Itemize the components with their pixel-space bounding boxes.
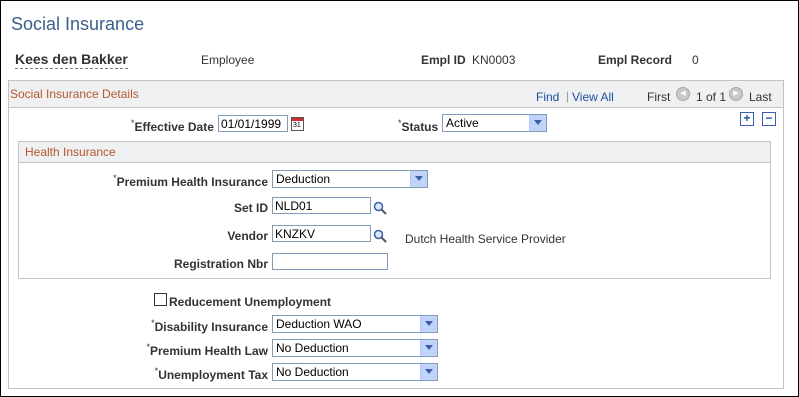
employee-role: Employee <box>201 53 255 67</box>
view-all-link[interactable]: View All <box>572 90 614 104</box>
chevron-down-icon <box>410 171 427 187</box>
next-arrow-icon[interactable]: ▶ <box>729 87 743 101</box>
add-row-button[interactable]: + <box>740 112 754 126</box>
disability-insurance-label: *Disability Insurance <box>151 318 268 334</box>
last-label[interactable]: Last <box>749 90 772 104</box>
details-title: Social Insurance Details <box>10 87 139 101</box>
previous-arrow-icon[interactable]: ◀ <box>676 87 690 101</box>
details-header: Social Insurance Details Find | View All… <box>9 81 783 108</box>
calendar-icon[interactable]: 31 <box>291 117 304 131</box>
setid-input[interactable]: NLD01 <box>272 197 371 214</box>
chevron-down-icon <box>529 115 546 131</box>
health-insurance-section: Health Insurance <box>18 141 771 279</box>
chevron-down-icon <box>420 340 437 356</box>
empl-id-value: KN0003 <box>472 53 516 67</box>
empl-id-label: Empl ID <box>421 53 466 67</box>
effective-date-input[interactable]: 01/01/1999 <box>218 115 288 132</box>
vendor-label: Vendor <box>227 229 268 243</box>
effective-date-label: *Effective Date <box>131 118 214 134</box>
premium-health-law-label: *Premium Health Law <box>146 342 268 358</box>
disability-insurance-select[interactable]: Deduction WAO <box>272 315 438 333</box>
vendor-description: Dutch Health Service Provider <box>405 232 566 246</box>
employee-name: Kees den Bakker <box>15 51 128 69</box>
pager-text: 1 of 1 <box>696 90 727 104</box>
registration-nbr-input[interactable] <box>272 253 388 270</box>
empl-record-label: Empl Record <box>598 53 673 67</box>
search-icon[interactable] <box>373 201 387 215</box>
nav-separator: | <box>566 89 570 103</box>
empl-record-value: 0 <box>692 53 699 67</box>
health-insurance-header: Health Insurance <box>19 142 770 163</box>
status-select[interactable]: Active <box>442 114 547 132</box>
setid-label: Set ID <box>233 201 268 215</box>
reducement-unemployment-label: Reducement Unemployment <box>169 295 332 309</box>
unemployment-tax-label: *Unemployment Tax <box>154 366 268 382</box>
reducement-unemployment-checkbox[interactable] <box>154 293 167 306</box>
find-link[interactable]: Find <box>536 90 559 104</box>
chevron-down-icon <box>420 316 437 332</box>
health-insurance-title: Health Insurance <box>25 145 116 159</box>
status-label: *Status <box>398 118 439 134</box>
search-icon[interactable] <box>373 229 387 243</box>
vendor-input[interactable]: KNZKV <box>272 225 371 242</box>
chevron-down-icon <box>420 364 437 380</box>
premium-health-insurance-label: *Premium Health Insurance <box>113 173 268 189</box>
page-title: Social Insurance <box>11 14 145 34</box>
premium-health-insurance-select[interactable]: Deduction <box>272 170 428 188</box>
delete-row-button[interactable]: − <box>762 112 776 126</box>
first-label[interactable]: First <box>647 90 670 104</box>
registration-nbr-label: Registration Nbr <box>173 257 268 271</box>
premium-health-law-select[interactable]: No Deduction <box>272 339 438 357</box>
unemployment-tax-select[interactable]: No Deduction <box>272 363 438 381</box>
